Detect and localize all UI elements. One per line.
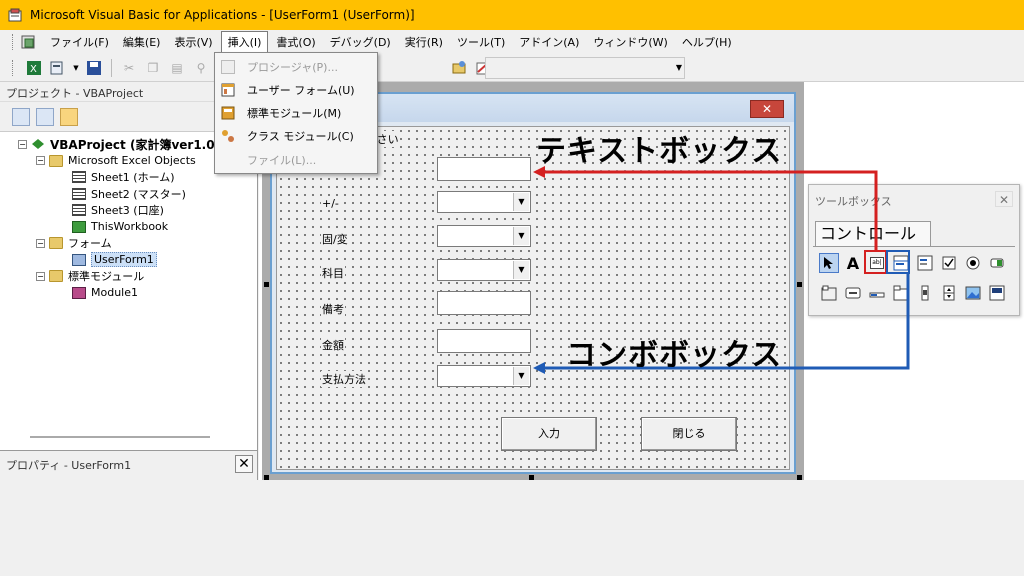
combobox-annotation: コンボボックス xyxy=(566,338,783,373)
textbox-annotation: テキストボックス xyxy=(536,134,783,169)
bottom-blank-area xyxy=(0,480,1024,576)
